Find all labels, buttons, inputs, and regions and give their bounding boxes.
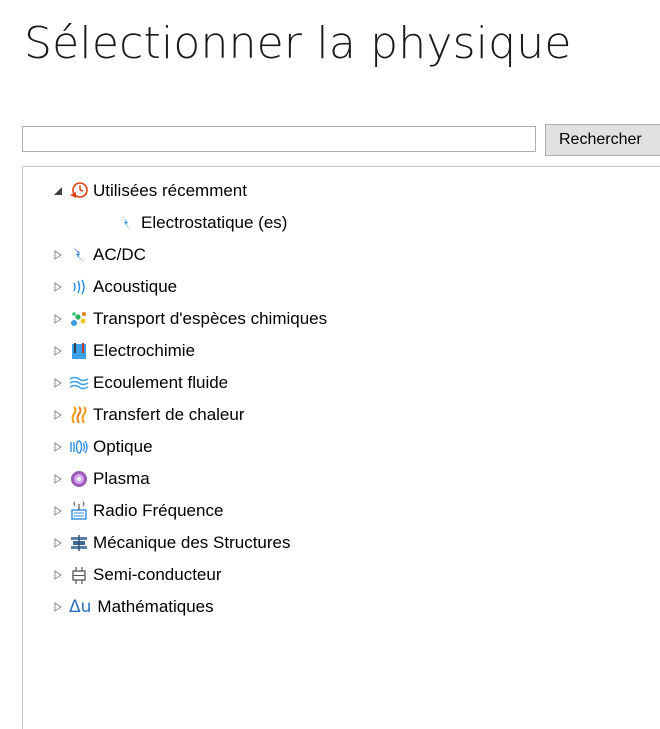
collapse-arrow-icon[interactable]: [53, 250, 63, 260]
tree-node-acoustique[interactable]: Acoustique: [23, 271, 660, 303]
tree-node-label: AC/DC: [93, 245, 146, 264]
physics-tree-panel: Utilisées récemment Electrostatique (es): [22, 166, 660, 729]
collapse-arrow-icon[interactable]: [53, 474, 63, 484]
tree-node-label: Optique: [93, 437, 153, 456]
tree-node-label: Electrostatique (es): [141, 213, 288, 232]
semiconductor-icon: [69, 565, 89, 585]
collapse-arrow-icon[interactable]: [53, 314, 63, 324]
sound-waves-icon: [69, 277, 89, 297]
physics-tree: Utilisées récemment Electrostatique (es): [23, 175, 660, 623]
math-icon: Δu: [69, 597, 91, 617]
collapse-arrow-icon[interactable]: [53, 538, 63, 548]
tree-node-radio[interactable]: Radio Fréquence: [23, 495, 660, 527]
tree-node-chaleur[interactable]: Transfert de chaleur: [23, 399, 660, 431]
structure-icon: [69, 533, 89, 553]
collapse-arrow-icon[interactable]: [53, 570, 63, 580]
expand-arrow-icon[interactable]: [53, 186, 63, 196]
tree-node-optique[interactable]: Optique: [23, 431, 660, 463]
tree-node-acdc[interactable]: AC/DC: [23, 239, 660, 271]
lightning-icon: [117, 213, 137, 233]
page: Sélectionner la physique Rechercher Util…: [0, 0, 660, 729]
plasma-icon: [69, 469, 89, 489]
tree-node-label: Transfert de chaleur: [93, 405, 245, 424]
tree-node-label: Plasma: [93, 469, 150, 488]
collapse-arrow-icon[interactable]: [53, 442, 63, 452]
tree-node-label: Radio Fréquence: [93, 501, 224, 520]
collapse-arrow-icon[interactable]: [53, 346, 63, 356]
heat-icon: [69, 405, 89, 425]
tree-node-label: Utilisées récemment: [93, 181, 247, 200]
beaker-icon: [69, 341, 89, 361]
tree-node-label: Electrochimie: [93, 341, 196, 360]
tree-node-ecoulement[interactable]: Ecoulement fluide: [23, 367, 660, 399]
tree-node-electrochimie[interactable]: Electrochimie: [23, 335, 660, 367]
collapse-arrow-icon[interactable]: [53, 282, 63, 292]
tree-node-label: Semi-conducteur: [93, 565, 222, 584]
tree-node-label: Mathématiques: [97, 597, 214, 616]
molecules-icon: [69, 309, 89, 329]
search-row: Rechercher: [22, 124, 660, 156]
tree-node-label: Transport d'espèces chimiques: [93, 309, 328, 328]
fluid-flow-icon: [69, 373, 89, 393]
tree-node-mecanique[interactable]: Mécanique des Structures: [23, 527, 660, 559]
math-glyph: Δu: [69, 597, 92, 617]
tree-node-label: Ecoulement fluide: [93, 373, 229, 392]
tree-node-mathematiques[interactable]: Δu Mathématiques: [23, 591, 660, 623]
tree-node-recent[interactable]: Utilisées récemment: [23, 175, 660, 207]
tree-node-electrostatics[interactable]: Electrostatique (es): [23, 207, 660, 239]
page-title: Sélectionner la physique: [24, 18, 572, 69]
collapse-arrow-icon[interactable]: [53, 506, 63, 516]
recent-clock-icon: [69, 181, 89, 201]
tree-node-semiconducteur[interactable]: Semi-conducteur: [23, 559, 660, 591]
search-button[interactable]: Rechercher: [545, 124, 660, 156]
tree-node-transport[interactable]: Transport d'espèces chimiques: [23, 303, 660, 335]
collapse-arrow-icon[interactable]: [53, 378, 63, 388]
antenna-icon: [69, 501, 89, 521]
optics-icon: [69, 437, 89, 457]
lightning-icon: [69, 245, 89, 265]
tree-node-label: Mécanique des Structures: [93, 533, 291, 552]
collapse-arrow-icon[interactable]: [53, 410, 63, 420]
search-input[interactable]: [22, 126, 536, 152]
tree-node-plasma[interactable]: Plasma: [23, 463, 660, 495]
collapse-arrow-icon[interactable]: [53, 602, 63, 612]
tree-node-label: Acoustique: [93, 277, 178, 296]
